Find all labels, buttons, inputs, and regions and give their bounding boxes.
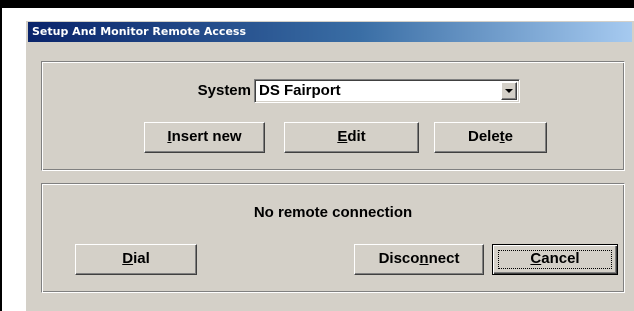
delete-label-pre: Dele <box>467 128 500 145</box>
system-select-value: DS Fairport <box>259 82 341 99</box>
disconnect-label-pre: Disco <box>378 250 420 267</box>
delete-label-post: e <box>504 128 514 145</box>
delete-button[interactable]: Delete <box>434 122 547 153</box>
connection-group: No remote connection Dial Disconnect Can… <box>41 183 625 293</box>
insert-new-button[interactable]: Insert new <box>144 122 265 153</box>
dial-button[interactable]: Dial <box>75 244 197 275</box>
dialog-title: Setup And Monitor Remote Access <box>32 25 247 38</box>
edit-button[interactable]: Edit <box>284 122 419 153</box>
cancel-label-post: ancel <box>541 250 580 267</box>
disconnect-accel: n <box>419 250 429 267</box>
top-black-bar <box>0 0 634 8</box>
system-label: System <box>197 82 251 99</box>
chevron-down-icon[interactable] <box>501 82 517 100</box>
remote-access-dialog: Setup And Monitor Remote Access System D… <box>25 20 634 311</box>
system-group: System DS Fairport Insert new Edit Delet… <box>41 61 625 171</box>
left-black-line <box>0 8 2 311</box>
connection-status: No remote connection <box>253 204 413 221</box>
disconnect-label-post: nect <box>428 250 460 267</box>
dial-accel: D <box>122 250 134 267</box>
system-select[interactable]: DS Fairport <box>254 79 520 103</box>
dialog-titlebar[interactable]: Setup And Monitor Remote Access <box>28 22 632 42</box>
disconnect-button[interactable]: Disconnect <box>354 244 484 275</box>
screen: Setup And Monitor Remote Access System D… <box>0 0 634 311</box>
edit-label-post: dit <box>347 128 366 145</box>
insert-new-label-post: nsert new <box>171 128 242 145</box>
cancel-accel: C <box>530 250 542 267</box>
edit-accel: E <box>337 128 348 145</box>
dial-label-post: ial <box>133 250 150 267</box>
cancel-button[interactable]: Cancel <box>492 244 618 275</box>
